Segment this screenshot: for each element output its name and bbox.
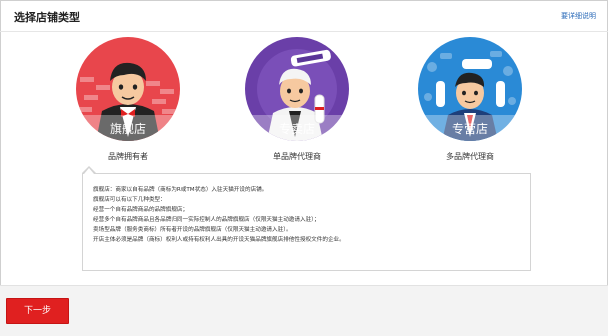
description-panel: 旗舰店：商家以自有品牌（商标为R或TM状态）入驻天猫开设的店铺。 旗舰店可以有以… [82,173,531,271]
shop-type-exclusive[interactable]: 专卖店 单品牌代理商 [242,37,352,167]
description-line: 经营多个自有品牌商品且各品牌归同一实际控制人的品牌旗舰店（仅限天猫主动邀请入驻）… [93,217,320,223]
flagship-caption: 品牌拥有者 [108,152,148,161]
next-step-button[interactable]: 下一步 [6,298,69,324]
specialty-badge-circle: 专营店 [418,37,522,141]
shop-type-specialty[interactable]: 专营店 多品牌代理商 [415,37,525,167]
exclusive-caption: 单品牌代理商 [273,152,321,161]
shop-type-flagship[interactable]: 旗舰店 品牌拥有者 [73,37,183,167]
description-line: 开店主体必须是品牌（商标）权利人或持有权利人出具的开设天猫品牌旗舰店排他性授权文… [93,237,345,243]
description-pointer-inner [84,168,94,174]
header-divider [0,31,608,32]
description-line: 旗舰店可以有以下几种类型： [93,197,166,203]
exclusive-label: 专卖店 [278,122,315,136]
specialty-caption: 多品牌代理商 [446,152,494,161]
header: 选择店铺类型 要详细说明 [0,0,608,32]
footer-bar: 下一步 [0,285,608,336]
exclusive-badge-circle: 专卖店 [245,37,349,141]
flagship-label: 旗舰店 [109,122,146,136]
flagship-badge-circle: 旗舰店 [76,37,180,141]
description-line: 卖场型品牌（服务类商标）所有者开设的品牌旗舰店（仅限天猫主动邀请入驻）。 [93,227,292,233]
description-line: 经营一个自有品牌商品的品牌旗舰店； [93,207,189,213]
description-line: 旗舰店：商家以自有品牌（商标为R或TM状态）入驻天猫开设的店铺。 [93,187,268,193]
specialty-label: 专营店 [451,122,488,136]
page-title: 选择店铺类型 [14,11,80,24]
detail-link[interactable]: 要详细说明 [561,11,596,21]
